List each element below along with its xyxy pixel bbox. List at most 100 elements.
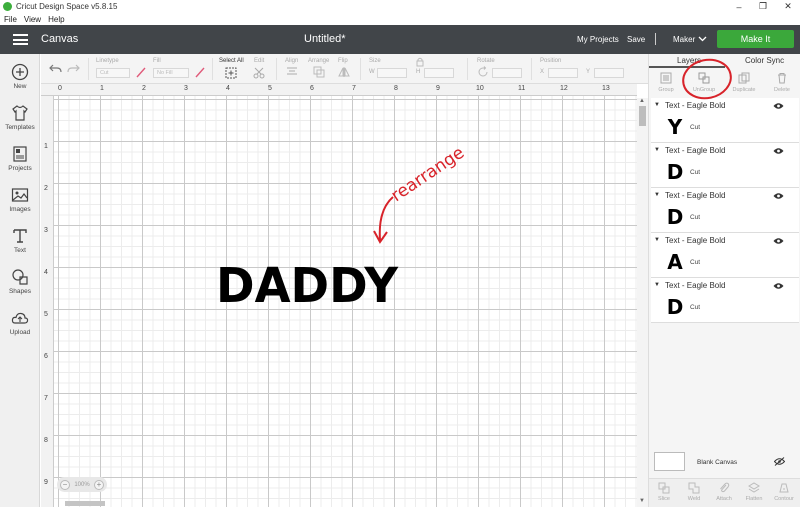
sidebar-item-new[interactable]: New: [0, 63, 40, 101]
size-height-input[interactable]: [424, 68, 454, 78]
caret-down-icon[interactable]: ▼: [654, 282, 660, 288]
vertical-scrollbar[interactable]: ▲ ▼: [637, 98, 648, 507]
sidebar-item-templates[interactable]: Templates: [0, 104, 40, 142]
machine-select[interactable]: Maker: [673, 35, 695, 44]
menu-view[interactable]: View: [24, 15, 41, 24]
duplicate-button[interactable]: Duplicate: [729, 72, 759, 93]
canvas-color-swatch[interactable]: [654, 452, 685, 471]
linetype-color-icon[interactable]: [135, 66, 147, 78]
ungroup-button[interactable]: UnGroup: [689, 72, 719, 93]
layer-thumbnail: A: [667, 251, 683, 271]
caret-down-icon[interactable]: ▼: [654, 102, 660, 108]
maximize-icon[interactable]: ❐: [751, 0, 775, 13]
zoom-control[interactable]: − 100% +: [57, 477, 107, 492]
align-icon[interactable]: [286, 66, 298, 78]
arrange-icon[interactable]: [313, 66, 325, 78]
group-label: Group: [658, 87, 674, 93]
ruler-tick-label: 9: [436, 85, 440, 92]
flatten-button[interactable]: Flatten: [739, 482, 769, 502]
sidebar-item-images[interactable]: Images: [0, 186, 40, 224]
my-projects-link[interactable]: My Projects: [577, 35, 619, 44]
fill-select[interactable]: No Fill: [153, 68, 189, 78]
menu-help[interactable]: Help: [48, 15, 64, 24]
layer-thumbnail: D: [667, 206, 684, 226]
select-all-label[interactable]: Select All: [219, 58, 244, 64]
eye-icon[interactable]: [773, 192, 784, 200]
sidebar-item-shapes[interactable]: Shapes: [0, 268, 40, 306]
layer-item[interactable]: ▼ Text - Eagle Bold D Cut: [651, 278, 799, 323]
scroll-thumb[interactable]: [639, 106, 646, 126]
sidebar-item-text[interactable]: Text: [0, 227, 40, 265]
ruler-tick-label: 7: [44, 395, 48, 402]
weld-button[interactable]: Weld: [679, 482, 709, 502]
layer-item[interactable]: ▼ Text - Eagle Bold A Cut: [651, 233, 799, 278]
ruler-horizontal: 0 1 2 3 4 5 6 7 8 9 10 11 12 13: [41, 84, 637, 96]
fill-color-icon[interactable]: [194, 66, 206, 78]
close-icon[interactable]: ✕: [776, 0, 800, 13]
caret-down-icon[interactable]: ▼: [654, 192, 660, 198]
rotate-icon[interactable]: [477, 66, 489, 78]
ruler-tick-label: 2: [44, 185, 48, 192]
position-y-input[interactable]: [594, 68, 624, 78]
zoom-in-button[interactable]: +: [93, 479, 104, 490]
minimize-icon[interactable]: –: [727, 0, 751, 13]
flatten-label: Flatten: [745, 496, 763, 502]
rotate-input[interactable]: [492, 68, 522, 78]
layer-glyph: A: [667, 251, 683, 271]
layer-item[interactable]: ▼ Text - Eagle Bold D Cut: [651, 188, 799, 233]
layer-glyph: D: [667, 206, 684, 226]
redo-icon[interactable]: [67, 64, 80, 74]
layer-item[interactable]: ▼ Text - Eagle Bold D Cut: [651, 143, 799, 188]
blank-canvas-layer[interactable]: Blank Canvas: [649, 450, 800, 475]
fill-label: Fill: [153, 58, 161, 64]
delete-button[interactable]: Delete: [767, 72, 797, 93]
toolbar-divider: [531, 58, 532, 80]
caret-down-icon[interactable]: ▼: [654, 237, 660, 243]
eye-icon[interactable]: [773, 147, 784, 155]
chevron-down-icon[interactable]: [698, 36, 707, 42]
layer-item[interactable]: ▼ Text - Eagle Bold Y Cut: [651, 98, 799, 143]
sidebar-item-label: Shapes: [8, 288, 32, 295]
ruler-tick-label: 1: [100, 85, 104, 92]
sidebar-item-projects[interactable]: Projects: [0, 145, 40, 183]
tab-layers[interactable]: Layers: [677, 56, 701, 65]
flip-icon[interactable]: [338, 66, 350, 78]
caret-down-icon[interactable]: ▼: [654, 147, 660, 153]
menu-bar: File View Help: [0, 13, 800, 25]
attach-button[interactable]: Attach: [709, 482, 739, 502]
linetype-select[interactable]: Cut: [96, 68, 130, 78]
tab-color-sync[interactable]: Color Sync: [745, 56, 784, 65]
undo-icon[interactable]: [49, 64, 62, 74]
eye-hidden-icon[interactable]: [774, 457, 785, 466]
layer-name: Text - Eagle Bold: [665, 236, 726, 245]
eye-icon[interactable]: [773, 102, 784, 110]
cricut-logo-icon: [3, 2, 12, 11]
horizontal-scrollbar[interactable]: [65, 501, 105, 506]
group-button[interactable]: Group: [651, 72, 681, 93]
menu-file[interactable]: File: [4, 15, 17, 24]
size-width-input[interactable]: [377, 68, 407, 78]
scroll-down-icon[interactable]: ▼: [639, 498, 645, 504]
ruler-tick-label: 12: [560, 85, 568, 92]
document-title[interactable]: Untitled*: [304, 33, 346, 45]
lock-icon[interactable]: [414, 56, 426, 68]
cloud-upload-icon: [11, 312, 29, 324]
ruler-tick-label: 5: [44, 311, 48, 318]
sidebar-item-upload[interactable]: Upload: [0, 309, 40, 347]
scroll-up-icon[interactable]: ▲: [639, 98, 645, 104]
design-text[interactable]: DADDY: [216, 258, 399, 314]
eye-icon[interactable]: [773, 237, 784, 245]
select-all-icon[interactable]: [225, 67, 237, 79]
slice-button[interactable]: Slice: [649, 482, 679, 502]
position-x-input[interactable]: [548, 68, 578, 78]
save-button[interactable]: Save: [627, 35, 645, 44]
make-it-button[interactable]: Make It: [717, 30, 794, 48]
contour-button[interactable]: Contour: [769, 482, 799, 502]
layer-name: Text - Eagle Bold: [665, 191, 726, 200]
eye-icon[interactable]: [773, 282, 784, 290]
hamburger-menu-icon[interactable]: [13, 34, 28, 45]
edit-toolbar: Linetype Cut Fill No Fill Select All Edi…: [41, 54, 648, 84]
scissors-icon[interactable]: [253, 67, 265, 79]
zoom-out-button[interactable]: −: [60, 479, 70, 490]
daddy-text-design[interactable]: DADDY: [212, 243, 407, 314]
